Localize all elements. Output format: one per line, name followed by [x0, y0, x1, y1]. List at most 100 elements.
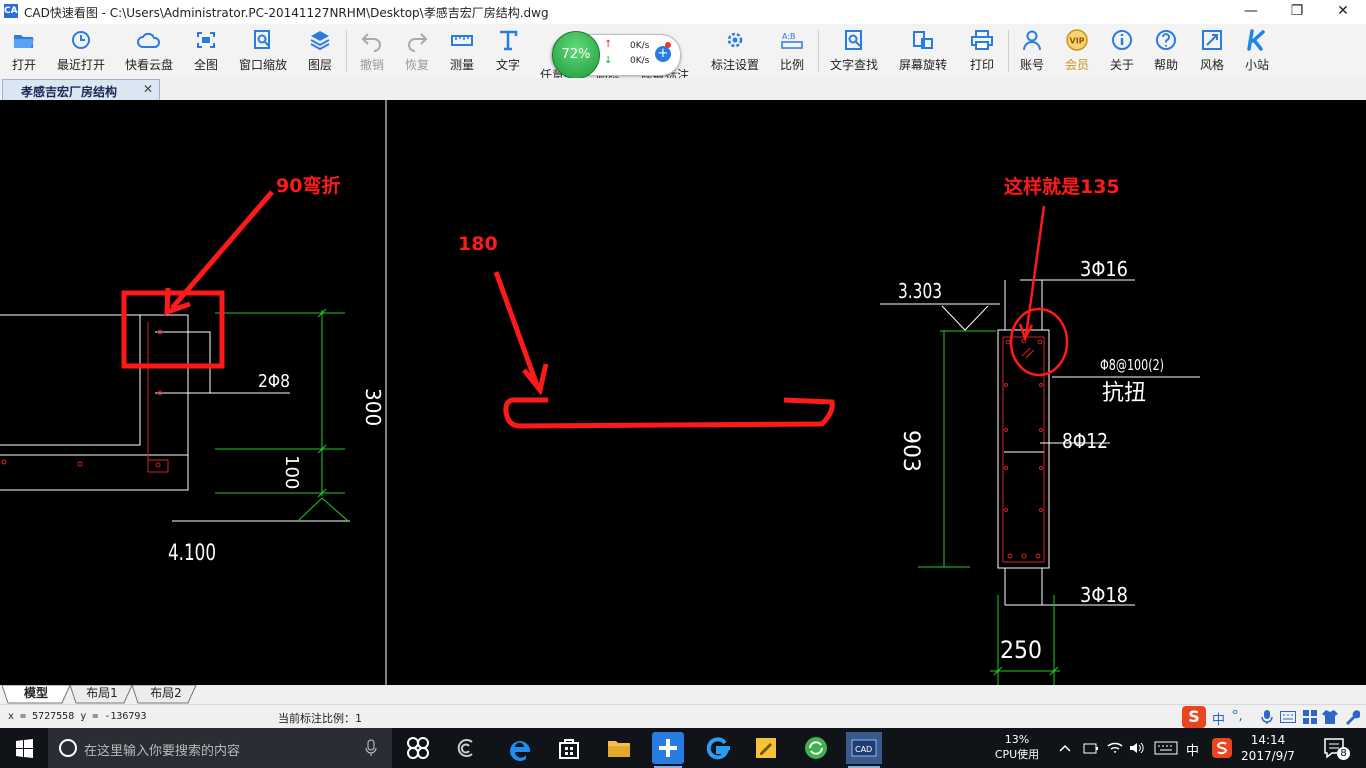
- cloud-button[interactable]: 快看云盘: [120, 28, 178, 73]
- qq-transfer-app[interactable]: [652, 732, 684, 768]
- wifi-icon[interactable]: [1106, 740, 1124, 756]
- close-tab-icon[interactable]: ✕: [143, 82, 153, 96]
- download-speed: 0K/s: [630, 56, 650, 66]
- fit-all-label: 全图: [193, 58, 218, 72]
- annotation-settings-button[interactable]: 标注设置: [706, 28, 764, 73]
- screen-rotate-button[interactable]: 屏幕旋转: [894, 28, 952, 73]
- microphone-icon[interactable]: [364, 739, 378, 757]
- annotation-settings-label: 标注设置: [710, 58, 759, 72]
- green-refresh-app-icon[interactable]: [800, 732, 832, 764]
- file-explorer-icon[interactable]: [603, 732, 635, 764]
- label-bottom-bars: 3Φ18: [1080, 583, 1128, 607]
- power-battery-icon[interactable]: [1082, 740, 1100, 756]
- touch-keyboard-icon[interactable]: [1154, 740, 1178, 756]
- ime-toolbar[interactable]: S 中 °,: [1180, 705, 1366, 729]
- text-tool-icon: [500, 30, 518, 51]
- accelerate-plus-button[interactable]: +: [655, 46, 671, 62]
- ime-lang-toggle[interactable]: 中: [1212, 709, 1225, 728]
- main-toolbar: 打开 最近打开 快看云盘 全图 窗口缩放 图层 撤销 恢复 测量 文字 任意线 …: [0, 24, 1366, 82]
- window-zoom-button[interactable]: 窗口缩放: [234, 28, 292, 73]
- download-arrow-icon: ↓: [604, 55, 613, 66]
- layout-tab-layout2[interactable]: 布局2: [144, 685, 188, 702]
- wrench-icon[interactable]: [1344, 709, 1360, 725]
- scale-button[interactable]: A:B 比例: [772, 28, 812, 73]
- windows-start-icon[interactable]: [0, 728, 48, 768]
- layers-icon: [310, 31, 330, 51]
- document-tab[interactable]: 孝感吉宏厂房结构 ✕: [2, 79, 160, 100]
- sogou-logo-icon[interactable]: S: [1182, 706, 1206, 728]
- volume-icon[interactable]: [1128, 740, 1146, 756]
- elevation-4100: 4.100: [168, 541, 216, 566]
- toolbar-separator: [818, 30, 819, 72]
- edge-browser-icon[interactable]: [504, 732, 536, 764]
- store-bag-icon[interactable]: [553, 732, 585, 764]
- redo-label: 恢复: [404, 58, 429, 72]
- printer-icon: [971, 30, 993, 50]
- print-button[interactable]: 打印: [962, 28, 1002, 73]
- dim-100: 100: [281, 455, 302, 489]
- memory-usage-ball[interactable]: 72%: [552, 31, 600, 79]
- g-browser-icon[interactable]: [701, 732, 733, 764]
- about-button[interactable]: 关于: [1102, 28, 1142, 73]
- help-label: 帮助: [1153, 58, 1178, 72]
- account-label: 账号: [1019, 58, 1044, 72]
- microphone-icon[interactable]: [1260, 709, 1274, 725]
- svg-text:A:B: A:B: [782, 32, 796, 41]
- browser-swirl-icon[interactable]: [450, 732, 482, 764]
- fit-all-button[interactable]: 全图: [186, 28, 226, 73]
- station-button[interactable]: 小站: [1237, 28, 1277, 73]
- notes-app-icon[interactable]: [750, 732, 782, 764]
- text-button[interactable]: 文字: [488, 28, 528, 73]
- task-view-icon[interactable]: [402, 732, 434, 764]
- grid-apps-icon[interactable]: [1302, 709, 1318, 725]
- recent-button[interactable]: 最近打开: [52, 28, 110, 73]
- scale-label: 比例: [779, 58, 804, 72]
- chevron-up-icon[interactable]: [1058, 742, 1072, 754]
- cloud-icon: [137, 32, 161, 48]
- cpu-usage-widget[interactable]: 13% CPU使用: [990, 732, 1044, 762]
- theme-style-icon: [1202, 30, 1222, 50]
- drawing-canvas[interactable]: 2Φ8 300 100 4.100 90弯折 180 3.303 3Φ16 Φ8…: [0, 100, 1366, 685]
- title-bar: CAD CAD快速看图 - C:\Users\Administrator.PC-…: [0, 0, 1366, 24]
- clock-icon: [72, 31, 90, 49]
- taskbar-ime-lang[interactable]: 中: [1186, 740, 1199, 759]
- system-clock[interactable]: 14:14 2017/9/7: [1240, 732, 1296, 764]
- window-title: CAD快速看图 - C:\Users\Administrator.PC-2014…: [24, 6, 549, 20]
- ime-punct-toggle[interactable]: °,: [1232, 709, 1243, 724]
- layout-tab-model[interactable]: 模型: [14, 685, 58, 702]
- network-speed-widget[interactable]: 72% ↑ 0K/s ↓ 0K/s +: [551, 31, 681, 79]
- label-stirrup: Φ8@100(2): [1100, 356, 1164, 374]
- layout-tab-layout1[interactable]: 布局1: [80, 685, 124, 702]
- open-button[interactable]: 打开: [2, 28, 46, 73]
- taskbar-search-box[interactable]: 在这里输入你要搜索的内容: [48, 728, 392, 768]
- close-window-button[interactable]: ✕: [1320, 0, 1366, 24]
- sogou-tray-icon[interactable]: [1212, 738, 1232, 758]
- text-search-label: 文字查找: [829, 58, 878, 72]
- layers-button[interactable]: 图层: [300, 28, 340, 73]
- style-button[interactable]: 风格: [1192, 28, 1232, 73]
- folder-open-icon: [14, 35, 34, 48]
- member-label: 会员: [1064, 58, 1089, 72]
- restore-button[interactable]: ❐: [1274, 0, 1320, 24]
- annotation-scale-status: 当前标注比例：1: [278, 712, 362, 725]
- measure-button[interactable]: 测量: [442, 28, 482, 73]
- redo-icon: [408, 33, 428, 52]
- skin-shirt-icon[interactable]: [1322, 709, 1338, 725]
- undo-button[interactable]: 撤销: [352, 28, 392, 73]
- measure-label: 测量: [449, 58, 474, 72]
- recent-label: 最近打开: [56, 58, 105, 72]
- svg-text:CAD: CAD: [855, 745, 872, 754]
- notification-count: 8: [1337, 747, 1350, 760]
- cad-viewer-taskbar-app[interactable]: CAD: [846, 732, 882, 768]
- redo-button[interactable]: 恢复: [397, 28, 437, 73]
- keyboard-icon[interactable]: [1280, 711, 1296, 723]
- action-center-button[interactable]: 8: [1320, 734, 1350, 762]
- minimize-button[interactable]: —: [1228, 0, 1274, 24]
- ruler-icon: [451, 35, 473, 46]
- help-button[interactable]: 帮助: [1146, 28, 1186, 73]
- account-button[interactable]: 账号: [1012, 28, 1052, 73]
- text-search-button[interactable]: 文字查找: [826, 28, 882, 73]
- member-button[interactable]: VIP 会员: [1057, 28, 1097, 73]
- cad-drawing: 2Φ8 300 100 4.100 90弯折 180 3.303 3Φ16 Φ8…: [0, 100, 1200, 685]
- right-beam-section: [880, 279, 1200, 685]
